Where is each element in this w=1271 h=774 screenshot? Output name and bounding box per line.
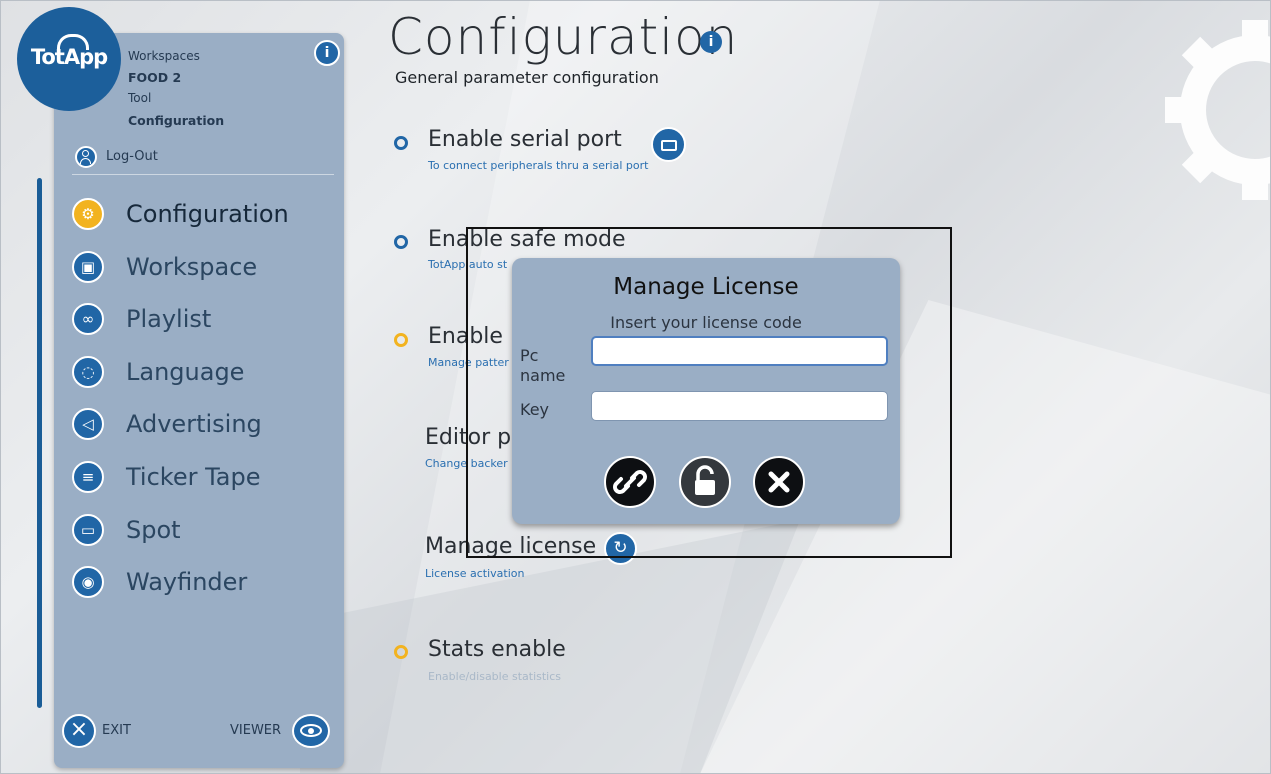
- option-desc: License activation: [425, 567, 525, 580]
- logo-text: TotApp: [30, 45, 108, 69]
- viewer-button[interactable]: [292, 714, 330, 748]
- sidebar-item-ticker-tape[interactable]: ≡ Ticker Tape: [72, 457, 334, 497]
- sidebar-item-label: Configuration: [126, 200, 289, 228]
- unlock-button[interactable]: [679, 456, 731, 508]
- sidebar-item-label: Workspace: [126, 253, 258, 281]
- megaphone-icon: ◁: [72, 408, 104, 440]
- sidebar-item-label: Advertising: [126, 410, 262, 438]
- pc-name-label: Pc name: [520, 346, 565, 386]
- app-logo: TotApp: [17, 7, 121, 111]
- unlock-icon: [695, 465, 715, 495]
- pc-name-input[interactable]: [591, 336, 888, 366]
- manage-license-dialog: Manage License Insert your license code …: [512, 258, 900, 524]
- option-desc: To connect peripherals thru a serial por…: [428, 159, 649, 172]
- dialog-subtitle: Insert your license code: [610, 313, 802, 332]
- page-title: Configuration: [388, 8, 739, 66]
- key-input[interactable]: [591, 391, 888, 421]
- option-desc: Enable/disable statistics: [428, 670, 562, 683]
- exit-button[interactable]: ×: [62, 714, 96, 748]
- share-icon: ∞: [72, 303, 104, 335]
- sidebar-item-wayfinder[interactable]: ◉ Wayfinder: [72, 562, 334, 602]
- info-icon[interactable]: i: [700, 31, 722, 53]
- option-title: Stats enable: [428, 637, 566, 662]
- pc-name-label-line2: name: [520, 366, 566, 385]
- sidebar-item-label: Spot: [126, 516, 181, 544]
- close-button[interactable]: [753, 456, 805, 508]
- chat-icon: ◌: [72, 356, 104, 388]
- logout-link[interactable]: Log-Out: [106, 149, 158, 164]
- link-icon: [613, 470, 647, 494]
- close-icon: [768, 471, 790, 493]
- dialog-title: Manage License: [613, 274, 799, 300]
- sidebar-item-workspace[interactable]: ▣ Workspace: [72, 247, 334, 287]
- tool-name: Configuration: [128, 113, 225, 128]
- video-icon: ▭: [72, 514, 104, 546]
- gear-watermark-icon: [1165, 20, 1271, 200]
- sidebar-divider: [72, 174, 334, 175]
- page-subtitle: General parameter configuration: [395, 68, 659, 87]
- user-icon[interactable]: [75, 146, 97, 168]
- sidebar-item-label: Playlist: [126, 305, 212, 333]
- info-icon[interactable]: i: [314, 40, 340, 66]
- viewer-label: VIEWER: [230, 723, 282, 738]
- sidebar-item-spot[interactable]: ▭ Spot: [72, 510, 334, 550]
- workspaces-label: Workspaces: [128, 49, 200, 63]
- ticker-icon: ≡: [72, 461, 104, 493]
- sidebar-panel: [54, 33, 344, 768]
- briefcase-icon: ▣: [72, 251, 104, 283]
- sidebar-item-playlist[interactable]: ∞ Playlist: [72, 299, 334, 339]
- option-radio[interactable]: [394, 333, 408, 347]
- sidebar-item-configuration[interactable]: ⚙ Configuration: [72, 194, 334, 234]
- key-label: Key: [520, 400, 550, 419]
- sidebar-item-label: Language: [126, 358, 245, 386]
- option-radio[interactable]: [394, 645, 408, 659]
- sidebar-item-language[interactable]: ◌ Language: [72, 352, 334, 392]
- workspace-name: FOOD 2: [128, 70, 182, 85]
- option-title: Enable serial port: [428, 127, 622, 152]
- option-radio[interactable]: [394, 136, 408, 150]
- gear-icon: ⚙: [72, 198, 104, 230]
- eye-icon: [300, 724, 322, 737]
- link-button[interactable]: [604, 456, 656, 508]
- sidebar-item-advertising[interactable]: ◁ Advertising: [72, 404, 334, 444]
- location-pin-icon: ◉: [72, 566, 104, 598]
- sidebar-item-label: Wayfinder: [126, 568, 248, 596]
- folder-button[interactable]: [651, 127, 686, 162]
- sidebar-scrollbar[interactable]: [37, 178, 42, 708]
- pc-name-label-line1: Pc: [520, 346, 539, 365]
- tool-label: Tool: [128, 91, 152, 105]
- exit-label: EXIT: [102, 723, 131, 738]
- option-radio[interactable]: [394, 235, 408, 249]
- sidebar-item-label: Ticker Tape: [126, 463, 261, 491]
